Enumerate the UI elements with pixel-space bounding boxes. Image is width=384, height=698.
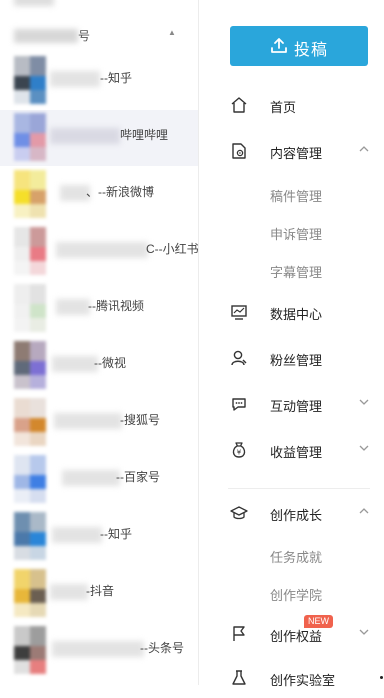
avatar (14, 569, 46, 617)
subnav-label: 稿件管理 (270, 189, 323, 204)
account-label: 、--新浪微博 (86, 185, 154, 199)
nav-label: 内容管理 (270, 146, 323, 161)
nav-label: 首页 (270, 100, 297, 115)
avatar (14, 227, 46, 275)
nav-item-content[interactable]: 内容管理 (198, 131, 384, 171)
nav-label: 粉丝管理 (270, 353, 323, 368)
svg-text:¥: ¥ (237, 449, 242, 457)
avatar (14, 341, 46, 389)
account-label: --腾讯视频 (88, 299, 144, 313)
account-item[interactable]: --知乎 (0, 509, 198, 565)
account-name-redacted (56, 299, 90, 315)
account-label: -抖音 (86, 584, 114, 598)
subnav-label: 创作学院 (270, 588, 323, 603)
account-item[interactable]: C--小红书 (0, 224, 198, 280)
account-name-redacted (50, 71, 100, 87)
subnav-label: 字幕管理 (270, 265, 323, 280)
account-name-redacted (50, 128, 120, 144)
group-name-redacted (14, 29, 78, 43)
account-item[interactable]: -抖音 (0, 566, 198, 622)
upload-label: 投稿 (294, 42, 329, 59)
account-list-panel: 号 ▲ --知乎 哔哩哔哩 、--新浪微博 C--小红书 --腾讯视频 --微视… (0, 0, 199, 685)
nav-label: 数据中心 (270, 307, 323, 322)
graduation-cap-icon (230, 504, 248, 522)
account-name-redacted (54, 413, 122, 429)
chevron-down-icon (358, 626, 370, 638)
account-item[interactable]: --知乎 (0, 53, 198, 109)
subnav-label: 申诉管理 (270, 227, 323, 242)
group-name-suffix: 号 (78, 29, 91, 43)
nav-item-lab[interactable]: 创作实验室 (198, 658, 384, 698)
account-name-redacted (50, 584, 88, 600)
chevron-up-icon (358, 505, 370, 517)
home-icon (230, 96, 248, 114)
account-label: --知乎 (100, 527, 132, 541)
nav-divider (228, 488, 370, 489)
nav-item-home[interactable]: 首页 (198, 85, 384, 125)
account-item[interactable]: --微视 (0, 338, 198, 394)
nav-item-growth[interactable]: 创作成长 (198, 493, 384, 533)
account-name-redacted (52, 356, 98, 372)
cut-off-row (14, 0, 54, 6)
account-label: --知乎 (100, 71, 132, 85)
avatar (14, 455, 46, 503)
upload-cloud-icon (270, 37, 288, 55)
avatar (14, 626, 46, 674)
chat-bubble-icon (230, 395, 248, 413)
avatar (14, 56, 46, 104)
nav-label: 创作成长 (270, 508, 323, 523)
flag-icon (230, 625, 248, 643)
account-name-redacted (52, 527, 102, 543)
avatar (14, 113, 46, 161)
avatar (14, 398, 46, 446)
chevron-down-icon (358, 442, 370, 454)
account-label: C--小红书 (146, 242, 199, 256)
account-label: 哔哩哔哩 (120, 128, 169, 142)
account-name-redacted (56, 242, 148, 258)
chart-monitor-icon (230, 303, 248, 321)
stray-dot (380, 676, 383, 679)
nav-label: 收益管理 (270, 445, 323, 460)
subnav-label: 任务成就 (270, 550, 323, 565)
account-label: -搜狐号 (120, 413, 160, 427)
account-label: --微视 (94, 356, 126, 370)
account-name-redacted (52, 641, 144, 657)
collapse-caret-icon[interactable]: ▲ (168, 28, 176, 37)
account-label: --头条号 (140, 641, 184, 655)
nav-item-fans[interactable]: 粉丝管理 (198, 338, 384, 378)
account-item[interactable]: --腾讯视频 (0, 281, 198, 337)
nav-item-income[interactable]: ¥ 收益管理 (198, 430, 384, 470)
money-bag-icon: ¥ (230, 441, 248, 459)
nav-label: 创作实验室 (270, 673, 336, 688)
lab-flask-icon (230, 669, 248, 687)
content-doc-icon (230, 142, 248, 160)
subnav-item-subtitles[interactable]: 字幕管理 (198, 253, 384, 287)
subnav-item-appeals[interactable]: 申诉管理 (198, 215, 384, 249)
nav-label: 互动管理 (270, 399, 323, 414)
fans-user-icon (230, 349, 248, 367)
account-label: --百家号 (116, 470, 160, 484)
nav-item-rights[interactable]: 创作权益 (198, 614, 384, 654)
new-badge: NEW (304, 615, 333, 628)
subnav-item-tasks[interactable]: 任务成就 (198, 538, 384, 572)
account-item[interactable]: -搜狐号 (0, 395, 198, 451)
account-item[interactable]: 、--新浪微博 (0, 167, 198, 223)
account-item[interactable]: --头条号 (0, 623, 198, 679)
chevron-up-icon (358, 143, 370, 155)
avatar (14, 512, 46, 560)
nav-item-data-center[interactable]: 数据中心 (198, 292, 384, 332)
avatar (14, 284, 46, 332)
subnav-item-manuscripts[interactable]: 稿件管理 (198, 177, 384, 211)
nav-item-interaction[interactable]: 互动管理 (198, 384, 384, 424)
account-item[interactable]: --百家号 (0, 452, 198, 508)
nav-label: 创作权益 (270, 629, 323, 644)
chevron-down-icon (358, 396, 370, 408)
upload-button[interactable]: 投稿 (230, 26, 368, 66)
avatar (14, 170, 46, 218)
account-item-active[interactable]: 哔哩哔哩 (0, 110, 198, 166)
account-group-header[interactable]: 号 ▲ (0, 20, 198, 50)
subnav-item-academy[interactable]: 创作学院 (198, 576, 384, 610)
account-name-redacted (62, 470, 120, 486)
